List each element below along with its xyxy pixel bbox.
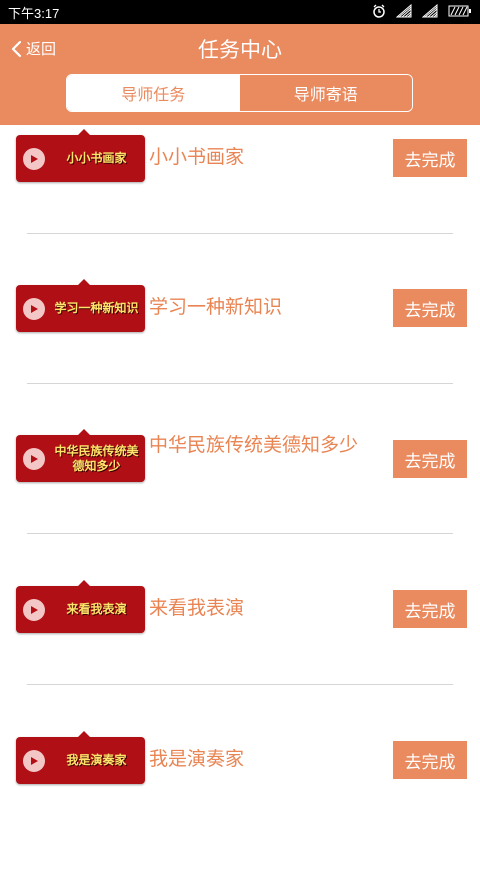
battery-icon <box>448 5 472 20</box>
complete-button[interactable]: 去完成 <box>393 139 467 177</box>
complete-button[interactable]: 去完成 <box>393 289 467 327</box>
alarm-icon <box>372 4 386 21</box>
task-thumbnail[interactable]: 中华民族传统美德知多少 <box>16 429 145 482</box>
tab-bar: 导师任务 导师寄语 <box>66 74 413 112</box>
complete-button[interactable]: 去完成 <box>393 741 467 779</box>
task-title: 学习一种新知识 <box>149 296 283 318</box>
thumbnail-label: 我是演奏家 <box>66 753 127 767</box>
signal-icon-2 <box>421 3 438 21</box>
play-icon <box>23 298 45 320</box>
page-title: 任务中心 <box>198 38 282 62</box>
thumbnail-label: 学习一种新知识 <box>54 301 139 315</box>
task-title: 中华民族传统美德知多少 <box>149 434 359 456</box>
list-item: 我是演奏家 我是演奏家 去完成 <box>0 725 480 875</box>
task-thumbnail[interactable]: 学习一种新知识 <box>16 279 145 332</box>
task-thumbnail[interactable]: 我是演奏家 <box>16 731 145 784</box>
task-thumbnail[interactable]: 来看我表演 <box>16 580 145 633</box>
status-icons <box>372 3 472 21</box>
status-time: 下午3:17 <box>8 5 60 21</box>
task-title: 小小书画家 <box>149 146 245 168</box>
divider <box>27 533 453 534</box>
thumbnail-label: 中华民族传统美德知多少 <box>54 443 139 473</box>
thumbnail-label: 小小书画家 <box>66 151 127 165</box>
divider <box>27 684 453 685</box>
complete-button[interactable]: 去完成 <box>393 440 467 478</box>
list-item: 中华民族传统美德知多少 中华民族传统美德知多少 去完成 <box>0 425 480 575</box>
list-item: 小小书画家 小小书画家 去完成 <box>0 125 480 275</box>
task-title: 我是演奏家 <box>149 748 245 770</box>
divider <box>27 383 453 384</box>
play-icon <box>23 750 45 772</box>
divider <box>27 233 453 234</box>
task-thumbnail[interactable]: 小小书画家 <box>16 129 145 182</box>
complete-button[interactable]: 去完成 <box>393 590 467 628</box>
thumbnail-label: 来看我表演 <box>66 602 127 616</box>
status-bar: 下午3:17 <box>0 0 480 24</box>
tab-mentor-tasks[interactable]: 导师任务 <box>67 75 240 111</box>
play-icon <box>23 448 45 470</box>
task-title: 来看我表演 <box>149 597 245 619</box>
list-item: 学习一种新知识 学习一种新知识 去完成 <box>0 275 480 425</box>
header: 返回 任务中心 导师任务 导师寄语 <box>0 24 480 125</box>
play-icon <box>23 599 45 621</box>
signal-icon <box>395 3 412 21</box>
tab-mentor-messages[interactable]: 导师寄语 <box>239 75 412 111</box>
play-icon <box>23 148 45 170</box>
list-item: 来看我表演 来看我表演 去完成 <box>0 575 480 725</box>
